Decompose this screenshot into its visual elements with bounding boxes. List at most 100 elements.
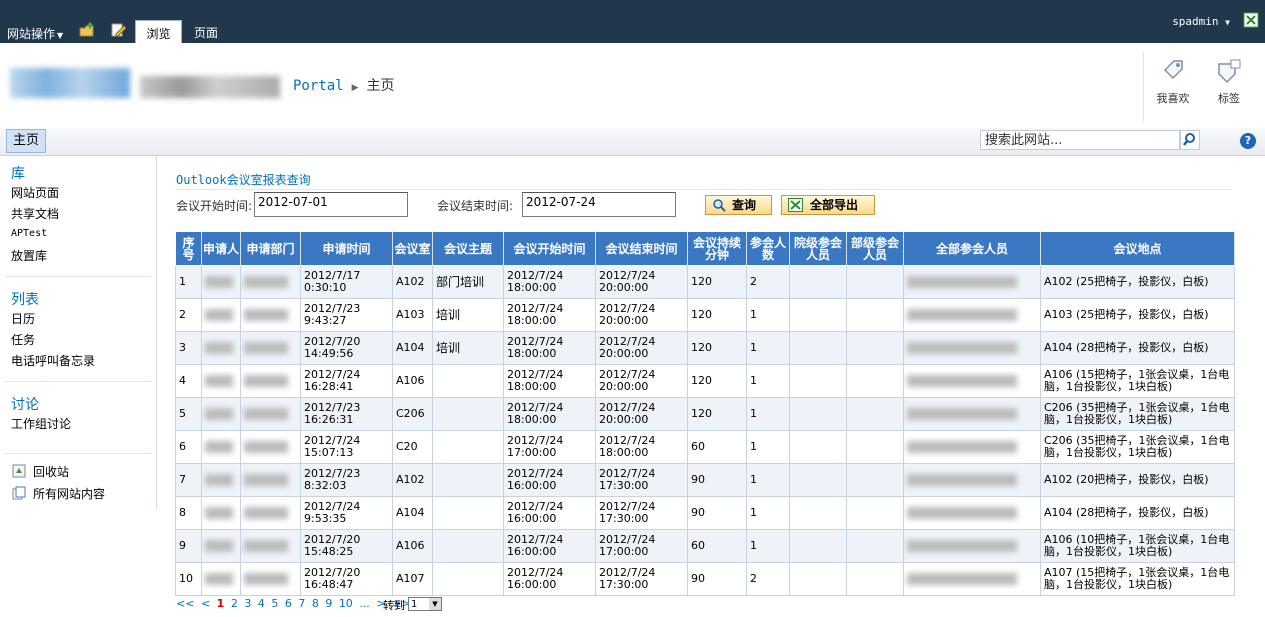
navigate-up-icon[interactable] <box>79 22 95 38</box>
edit-page-icon[interactable] <box>110 22 126 38</box>
col-header-applicant[interactable]: 申请人 <box>201 231 241 266</box>
start-time-input[interactable]: 2012-07-01 <box>254 192 408 217</box>
search-icon <box>1183 133 1195 146</box>
ql-recycle-bin[interactable]: 回收站 <box>33 463 69 480</box>
table-row[interactable]: 5 2012/7/23 16:26:31 C206 2012/7/24 18:00:0… <box>175 397 1235 431</box>
query-button[interactable]: 查询 <box>705 195 772 215</box>
col-header-duration[interactable]: 会议持续分钟 <box>687 231 747 266</box>
pager-page-5[interactable]: 5 <box>271 597 278 610</box>
table-row[interactable]: 6 2012/7/24 15:07:13 C20 2012/7/24 17:00:00… <box>175 430 1235 464</box>
cell-college-attendees <box>789 430 847 464</box>
pager-page-2[interactable]: 2 <box>231 597 238 610</box>
table-row[interactable]: 10 2012/7/20 16:48:47 A107 2012/7/24 16:00:… <box>175 562 1235 596</box>
site-search-input[interactable]: 搜索此网站... <box>980 130 1180 150</box>
search-button[interactable] <box>1180 130 1200 150</box>
cell-room: A106 <box>392 364 433 398</box>
ql-item-phone-memo[interactable]: 电话呼叫备忘录 <box>11 352 95 369</box>
redacted-text <box>907 342 1017 354</box>
table-row[interactable]: 2 2012/7/23 9:43:27 A103 培训 2012/7/24 18:00:… <box>175 298 1235 332</box>
cell-all-attendees <box>903 529 1041 563</box>
ql-item-team-discussion[interactable]: 工作组讨论 <box>11 415 71 432</box>
pager-first[interactable]: << <box>176 597 194 610</box>
cell-attendee-count: 1 <box>746 298 790 332</box>
help-icon[interactable]: ? <box>1240 133 1256 149</box>
cell-dept-attendees <box>846 331 904 365</box>
table-row[interactable]: 1 2012/7/17 0:30:10 A102 部门培训 2012/7/24 18:0… <box>175 265 1235 299</box>
user-name: spadmin <box>1172 15 1219 28</box>
ql-divider <box>5 453 151 454</box>
cell-dept-attendees <box>846 265 904 299</box>
col-header-all-attendees[interactable]: 全部参会人员 <box>903 231 1041 266</box>
table-row[interactable]: 8 2012/7/24 9:53:35 A104 2012/7/24 16:00:00… <box>175 496 1235 530</box>
tab-browse[interactable]: 浏览 <box>135 20 182 44</box>
ql-item-aptest[interactable]: APTest <box>11 228 47 239</box>
table-row[interactable]: 3 2012/7/20 14:49:56 A104 培训 2012/7/24 18:00… <box>175 331 1235 365</box>
like-tag-icon <box>1163 60 1183 80</box>
col-header-location[interactable]: 会议地点 <box>1040 231 1235 266</box>
cell-start-time: 2012/7/24 16:00:00 <box>503 496 596 530</box>
col-header-college-attendees[interactable]: 院级参会人员 <box>789 231 847 266</box>
cell-apply-time: 2012/7/24 9:53:35 <box>300 496 393 530</box>
pager-prev[interactable]: < <box>201 597 210 610</box>
ql-section-lists[interactable]: 列表 <box>11 289 39 309</box>
ql-item-shared-documents[interactable]: 共享文档 <box>11 205 59 222</box>
cell-apply-time: 2012/7/24 16:28:41 <box>300 364 393 398</box>
ql-item-drop-off-library[interactable]: 放置库 <box>11 247 47 264</box>
breadcrumb-portal-link[interactable]: Portal <box>293 78 344 94</box>
col-header-no[interactable]: 序号 <box>175 231 202 266</box>
nav-home-tab[interactable]: 主页 <box>6 129 47 153</box>
i-like-it-button[interactable]: 我喜欢 <box>1148 58 1198 108</box>
col-header-end-time[interactable]: 会议结束时间 <box>595 231 688 266</box>
redacted-text <box>205 375 233 387</box>
col-header-topic[interactable]: 会议主题 <box>432 231 504 266</box>
col-header-attendee-count[interactable]: 参会人数 <box>746 231 790 266</box>
col-header-department[interactable]: 申请部门 <box>240 231 301 266</box>
pager-page-1[interactable]: 1 <box>217 597 225 610</box>
goto-page-select[interactable]: 1 ▼ <box>408 597 442 611</box>
redacted-text <box>244 276 288 288</box>
cell-topic: 培训 <box>432 298 504 332</box>
ql-section-discussions[interactable]: 讨论 <box>11 394 39 414</box>
table-row[interactable]: 9 2012/7/20 15:48:25 A106 2012/7/24 16:00:0… <box>175 529 1235 563</box>
table-row[interactable]: 7 2012/7/23 8:32:03 A102 2012/7/24 16:00:00… <box>175 463 1235 497</box>
pager-page-3[interactable]: 3 <box>244 597 251 610</box>
cell-dept-attendees <box>846 562 904 596</box>
col-header-room[interactable]: 会议室 <box>392 231 433 266</box>
redacted-text <box>205 408 233 420</box>
goto-page-value: 1 <box>411 599 418 610</box>
site-actions-menu[interactable]: 网站操作 ▼ <box>7 25 63 42</box>
pager-page-9[interactable]: 9 <box>325 597 332 610</box>
ql-item-calendar[interactable]: 日历 <box>11 310 35 327</box>
pager-page-6[interactable]: 6 <box>285 597 292 610</box>
table-row[interactable]: 4 2012/7/24 16:28:41 A106 2012/7/24 18:00:0… <box>175 364 1235 398</box>
cell-duration: 120 <box>687 265 747 299</box>
excel-icon[interactable] <box>1243 12 1259 28</box>
cell-attendee-count: 2 <box>746 562 790 596</box>
redacted-text <box>907 375 1017 387</box>
col-header-dept-attendees[interactable]: 部级参会人员 <box>846 231 904 266</box>
redacted-text <box>205 276 233 288</box>
user-menu[interactable]: spadmin ▼ <box>1172 15 1230 28</box>
export-all-button[interactable]: 全部导出 <box>781 195 875 215</box>
end-time-input[interactable]: 2012-07-24 <box>522 192 676 217</box>
site-title[interactable] <box>140 76 280 98</box>
report-title-prefix: Outlook <box>176 173 227 187</box>
cell-department <box>240 496 301 530</box>
site-logo[interactable] <box>10 68 130 98</box>
tab-page[interactable]: 页面 <box>186 20 226 43</box>
pager-page-4[interactable]: 4 <box>258 597 265 610</box>
tags-notes-button[interactable]: 标签 <box>1204 58 1254 108</box>
ql-item-tasks[interactable]: 任务 <box>11 331 35 348</box>
pager-page-8[interactable]: 8 <box>312 597 319 610</box>
ql-item-site-pages[interactable]: 网站页面 <box>11 184 59 201</box>
pager-page-7[interactable]: 7 <box>298 597 305 610</box>
ql-section-libraries[interactable]: 库 <box>11 163 25 183</box>
col-header-apply-time[interactable]: 申请时间 <box>300 231 393 266</box>
col-header-start-time[interactable]: 会议开始时间 <box>503 231 596 266</box>
cell-college-attendees <box>789 331 847 365</box>
cell-apply-time: 2012/7/23 16:26:31 <box>300 397 393 431</box>
ql-divider <box>5 276 151 277</box>
pager-page-10[interactable]: 10 <box>339 597 353 610</box>
ql-all-site-content[interactable]: 所有网站内容 <box>33 485 105 502</box>
pager-more[interactable]: ... <box>359 597 370 610</box>
